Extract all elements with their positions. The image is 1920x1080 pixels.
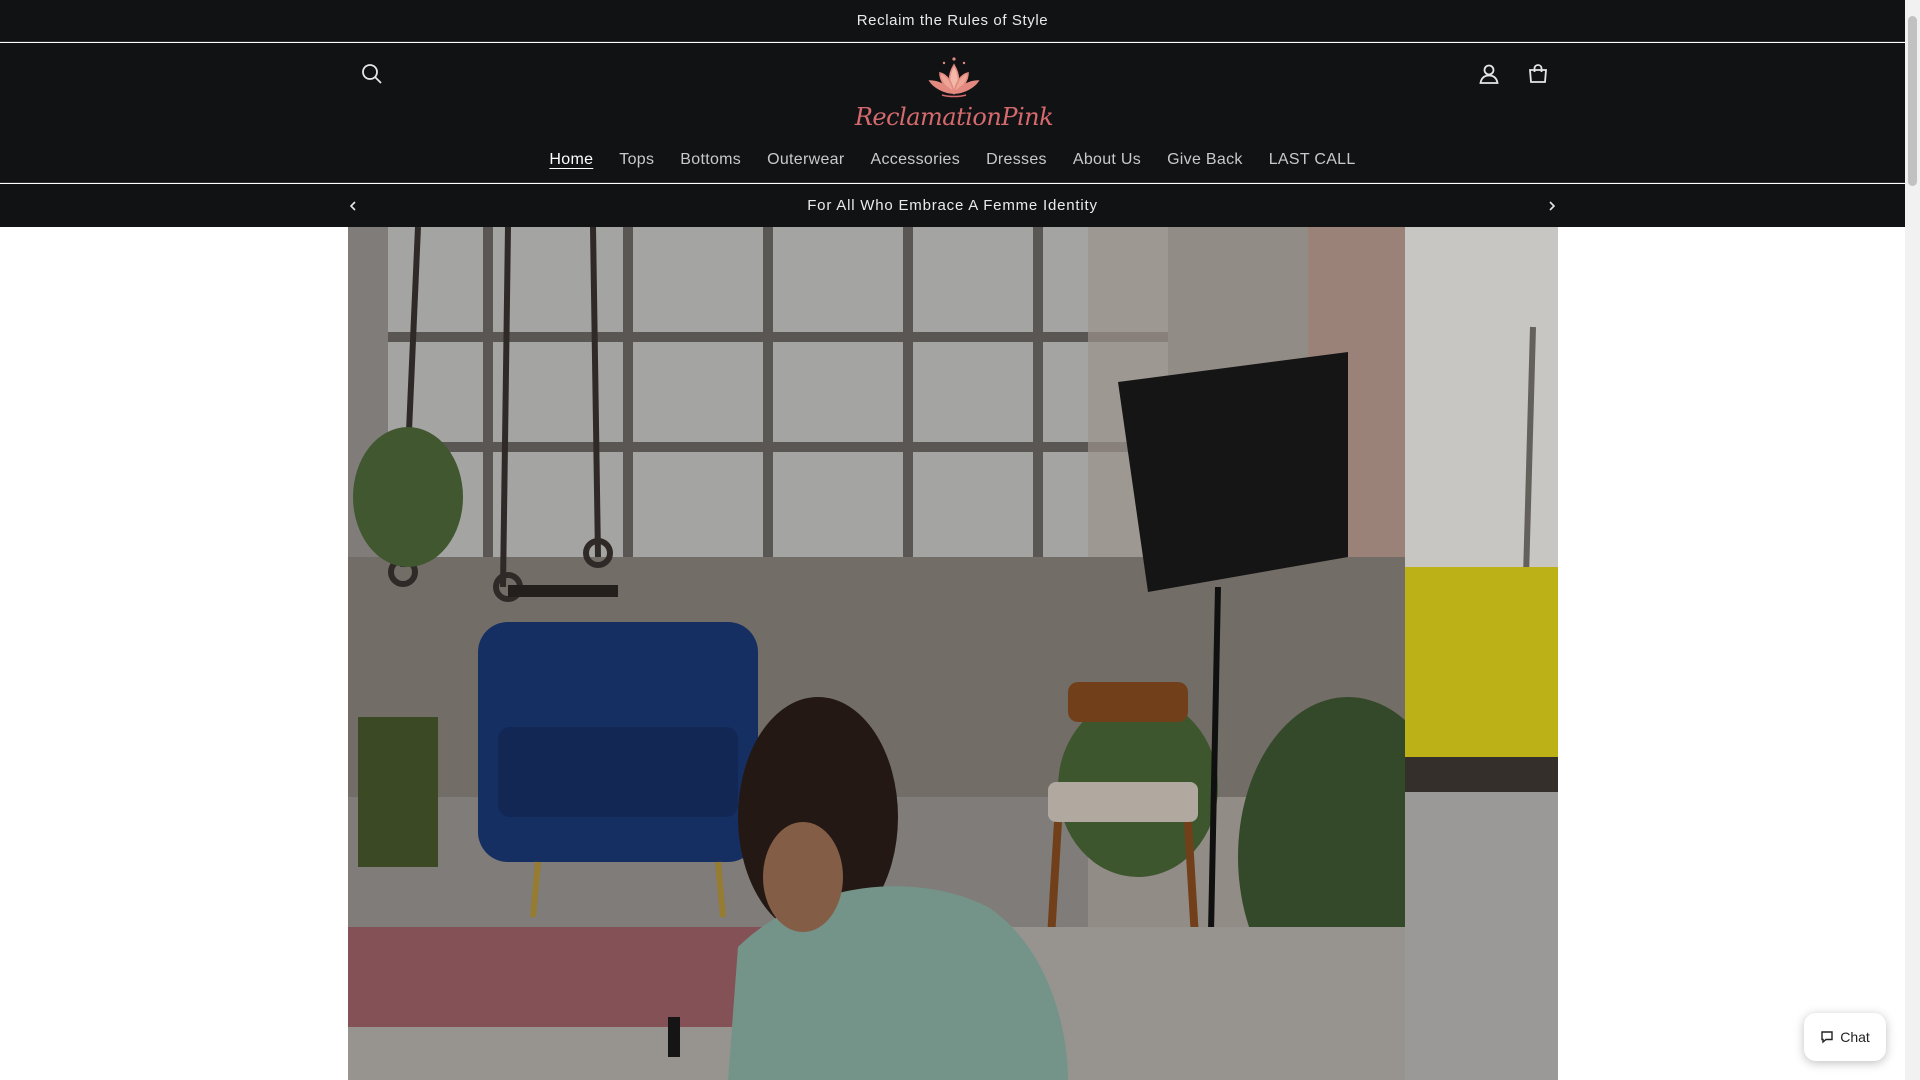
main-nav: Home Tops Bottoms Outerwear Accessories … <box>0 148 1905 178</box>
chevron-left-icon <box>349 201 356 211</box>
scrollbar-thumb[interactable] <box>1908 16 1917 186</box>
hero-image <box>348 227 1558 1080</box>
site-logo[interactable]: ReclamationPink <box>855 55 1054 135</box>
lotus-logo-icon <box>928 57 980 98</box>
search-button[interactable] <box>352 54 392 94</box>
site-header: ReclamationPink Home Tops Bottoms Outerw… <box>0 43 1905 183</box>
chat-button[interactable]: Chat <box>1804 1013 1886 1061</box>
announcement-bar: Reclaim the Rules of Style <box>0 0 1905 42</box>
account-icon <box>1479 64 1499 84</box>
nav-bottoms[interactable]: Bottoms <box>667 148 754 178</box>
account-button[interactable] <box>1469 54 1509 94</box>
cart-button[interactable] <box>1518 54 1558 94</box>
promo-slider: For All Who Embrace A Femme Identity <box>0 184 1905 227</box>
nav-tops[interactable]: Tops <box>606 148 667 178</box>
hero-photo-illustration <box>348 227 1558 1080</box>
nav-dresses[interactable]: Dresses <box>973 148 1060 178</box>
nav-about-us[interactable]: About Us <box>1060 148 1154 178</box>
nav-last-call[interactable]: LAST CALL <box>1256 148 1369 178</box>
promo-text: For All Who Embrace A Femme Identity <box>807 197 1098 214</box>
logo-wordmark: ReclamationPink <box>854 103 1054 131</box>
promo-prev-button[interactable] <box>341 194 365 218</box>
chevron-right-icon <box>1549 201 1556 211</box>
cart-icon <box>1529 64 1547 83</box>
promo-next-button[interactable] <box>1540 194 1564 218</box>
chat-bubble-icon <box>1821 1031 1833 1044</box>
page-scrollbar[interactable] <box>1905 0 1920 1080</box>
announcement-text: Reclaim the Rules of Style <box>856 12 1049 29</box>
chat-label: Chat <box>1840 1029 1870 1045</box>
search-icon <box>362 64 382 84</box>
nav-accessories[interactable]: Accessories <box>858 148 974 178</box>
nav-outerwear[interactable]: Outerwear <box>754 148 857 178</box>
nav-home[interactable]: Home <box>536 148 606 178</box>
nav-give-back[interactable]: Give Back <box>1154 148 1256 178</box>
